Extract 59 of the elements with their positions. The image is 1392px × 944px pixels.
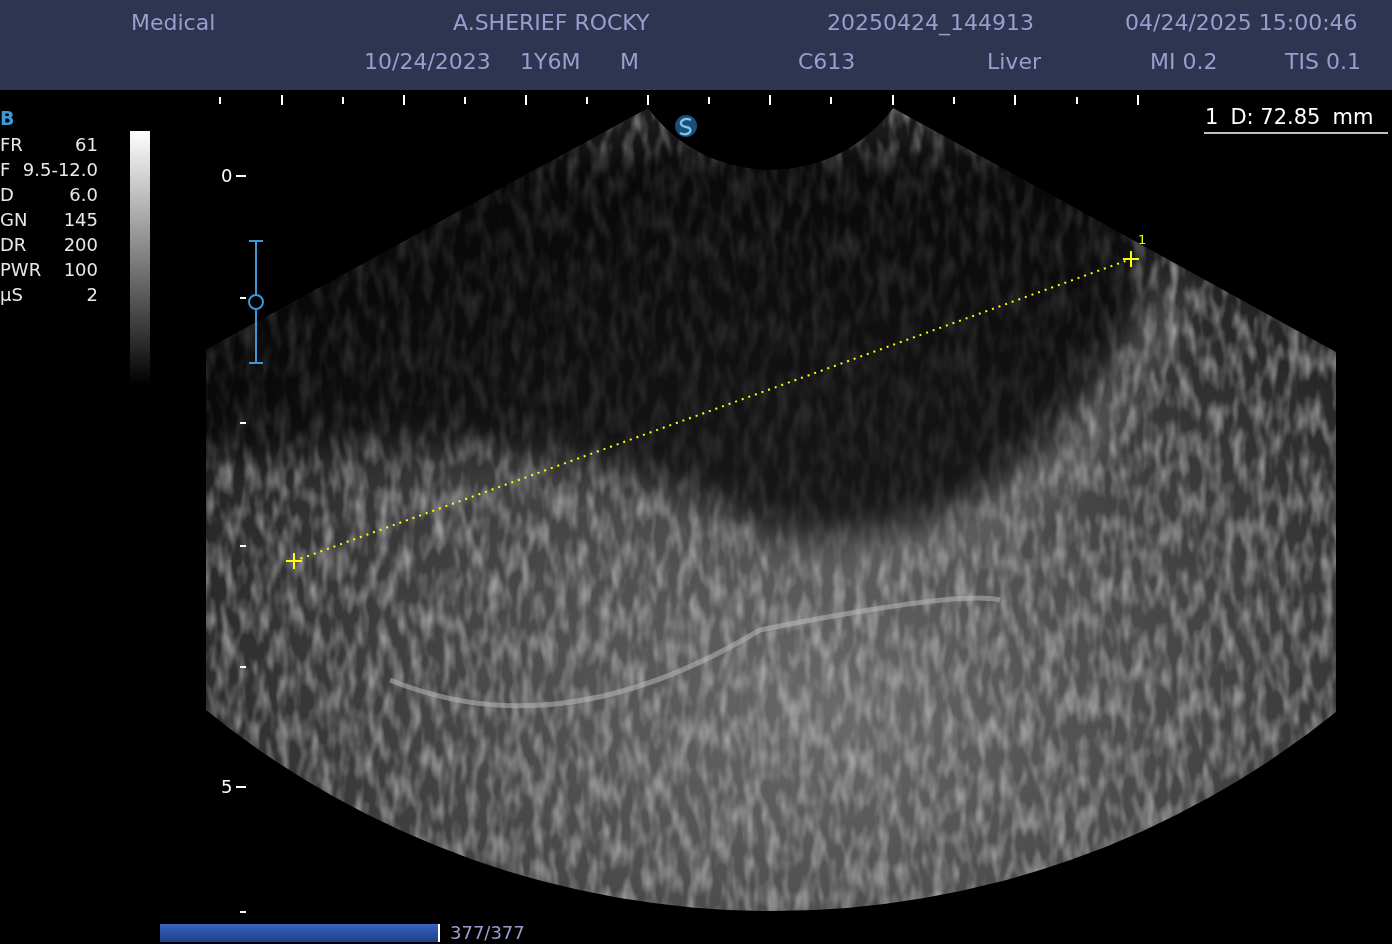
header-text: TIS 0.1: [1285, 49, 1361, 74]
ruler-tick: [830, 97, 832, 104]
focus-marker-icon[interactable]: [248, 240, 264, 364]
ruler-tick: [1076, 97, 1078, 104]
header-text: C613: [798, 49, 856, 74]
ruler-tick: [1137, 95, 1139, 105]
measurement-reading: D: 72.85: [1230, 104, 1321, 130]
ruler-tick: [647, 95, 649, 105]
ruler-tick: [769, 95, 771, 105]
ruler-tick: [525, 95, 527, 105]
header-text: 10/24/2023: [364, 49, 491, 74]
measurement-cursor-icon[interactable]: [1122, 250, 1140, 268]
header-text: 04/24/2025 15:00:46: [1125, 10, 1358, 35]
ruler-tick: [464, 97, 466, 104]
parameter-value: 200: [63, 233, 98, 257]
ruler-tick: [403, 95, 405, 105]
header-text: Medical: [131, 10, 216, 35]
parameter-name: D: [0, 183, 14, 207]
parameter-name: PWR: [0, 258, 42, 282]
parameter-value: 6.0: [69, 183, 98, 207]
header-text: 1Y6M: [520, 49, 581, 74]
header-text: Liver: [987, 49, 1041, 74]
parameter-name: DR: [0, 233, 27, 257]
measurement-unit: mm: [1332, 104, 1374, 130]
ruler-tick: [219, 97, 221, 104]
ruler-tick: [586, 97, 588, 104]
ruler-tick: [281, 95, 283, 105]
header-text: M: [620, 49, 639, 74]
depth-tick: [240, 422, 246, 424]
ruler-tick: [708, 97, 710, 104]
measurement-marker-label: 1: [1138, 232, 1147, 248]
parameter-name: µS: [0, 283, 23, 307]
depth-tick: [240, 666, 246, 668]
ruler-tick: [342, 97, 344, 104]
probe-logo-icon: [675, 115, 697, 137]
depth-tick: [236, 786, 246, 788]
parameter-value: 100: [63, 258, 98, 282]
header-text: 20250424_144913: [827, 10, 1034, 35]
parameter-name: F: [0, 158, 11, 182]
parameter-name: FR: [0, 133, 23, 157]
measurement-number: 1: [1205, 104, 1219, 130]
mode-label: B: [0, 106, 15, 130]
depth-label: 5: [221, 775, 233, 799]
depth-label: 0: [221, 164, 233, 188]
ruler-tick: [892, 95, 894, 105]
parameter-value: 2: [86, 283, 98, 307]
depth-tick: [240, 545, 246, 547]
header-text: MI 0.2: [1150, 49, 1218, 74]
header-text: A.SHERIEF ROCKY: [453, 10, 650, 35]
ruler-tick: [953, 97, 955, 104]
parameter-value: 9.5-12.0: [22, 158, 98, 182]
measurement-cursor-icon[interactable]: [285, 552, 303, 570]
depth-tick: [236, 175, 246, 177]
depth-tick: [240, 297, 246, 299]
parameter-value: 61: [75, 133, 98, 157]
cine-frame-counter: 377/377: [450, 922, 525, 944]
parameter-value: 145: [63, 208, 98, 232]
ruler-tick: [1014, 95, 1016, 105]
parameter-name: GN: [0, 208, 28, 232]
